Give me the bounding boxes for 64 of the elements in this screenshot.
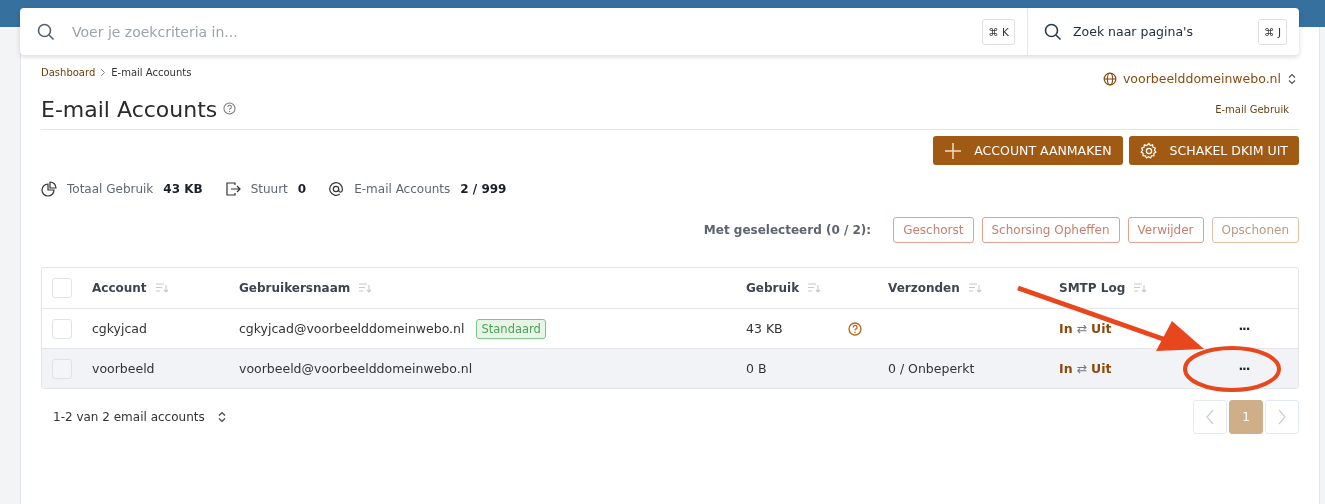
help-icon[interactable] xyxy=(223,101,237,115)
column-header[interactable]: SMTP Log xyxy=(1059,281,1126,295)
column-header[interactable]: Account xyxy=(92,281,147,295)
breadcrumb-item: E-mail Accounts xyxy=(111,67,192,78)
stat-label: Totaal Gebruik xyxy=(67,182,154,196)
more-button[interactable]: ··· xyxy=(1238,361,1250,376)
sort-icon[interactable] xyxy=(807,282,822,294)
sort-caret-icon xyxy=(1287,72,1297,85)
sort-icon[interactable] xyxy=(1133,282,1148,294)
stat-label: Stuurt xyxy=(250,182,288,196)
page-size-selector[interactable]: 1-2 van 2 email accounts xyxy=(41,410,227,424)
globe-icon xyxy=(1102,71,1117,86)
default-badge: Standaard xyxy=(476,318,546,339)
sort-icon[interactable] xyxy=(154,282,169,294)
stat-value: 2 / 999 xyxy=(460,182,507,196)
table-cell: 0 B xyxy=(746,361,767,376)
shortcut-key: ⌘ J xyxy=(1258,18,1287,45)
breadcrumb-link[interactable]: Dashboard xyxy=(41,67,96,78)
table-cell: 0 / Onbeperkt xyxy=(888,361,975,376)
previous-page-button[interactable] xyxy=(1193,400,1227,434)
page-title: E-mail Accounts xyxy=(41,96,218,122)
checkbox[interactable] xyxy=(52,278,72,298)
swap-icon: ⇄ xyxy=(1076,321,1088,336)
stat-value: 43 KB xyxy=(163,182,203,196)
chevron-icon xyxy=(100,68,107,77)
pie-chart-icon xyxy=(41,181,57,197)
chevron-right-icon xyxy=(1277,409,1287,425)
shortcut-key: ⌘ K xyxy=(982,18,1015,45)
sort-icon[interactable] xyxy=(358,282,373,294)
column-header[interactable]: Gebruik xyxy=(746,281,800,295)
table-cell: voorbeeld xyxy=(92,361,155,376)
table-cell: voorbeeld@voorbeelddomeinwebo.nl xyxy=(239,361,473,376)
next-page-button[interactable] xyxy=(1265,400,1299,434)
column-header[interactable]: Verzonden xyxy=(888,281,960,295)
smtp-in-link[interactable]: In xyxy=(1059,321,1073,336)
smtp-out-link[interactable]: Uit xyxy=(1091,361,1112,376)
checkbox[interactable] xyxy=(52,318,72,339)
stat-label: E-mail Accounts xyxy=(354,182,451,196)
chevron-left-icon xyxy=(1205,409,1215,425)
column-header[interactable]: Gebruikersnaam xyxy=(239,281,351,295)
domain-selector[interactable]: voorbeelddomeinwebo.nl xyxy=(1102,71,1297,86)
table-cell: cgkyjcad xyxy=(92,321,147,336)
at-sign-icon xyxy=(328,181,345,197)
page-search-button[interactable]: Zoek naar pagina's xyxy=(1073,24,1248,39)
create-account-button[interactable]: ACCOUNT AANMAKEN xyxy=(933,136,1123,165)
more-button[interactable]: ··· xyxy=(1238,321,1250,336)
plus-icon xyxy=(944,141,963,160)
search-icon xyxy=(37,22,55,41)
stat-value: 0 xyxy=(297,182,307,196)
bulk-label: Met geselecteerd (0 / 2): xyxy=(703,223,872,237)
sort-caret-icon xyxy=(216,411,227,423)
smtp-in-link[interactable]: In xyxy=(1059,361,1073,376)
usage-link[interactable]: E-mail Gebruik xyxy=(1215,103,1289,115)
search-icon xyxy=(1044,22,1062,41)
exit-icon xyxy=(224,181,241,197)
table-cell: cgkyjcad@voorbeelddomeinwebo.nl xyxy=(239,321,465,336)
sort-icon[interactable] xyxy=(967,282,982,294)
smtp-out-link[interactable]: Uit xyxy=(1091,321,1112,336)
dkim-button[interactable]: SCHAKEL DKIM UIT xyxy=(1128,136,1299,165)
table-cell: 43 KB xyxy=(746,321,783,336)
swap-icon: ⇄ xyxy=(1076,361,1088,376)
search-field[interactable]: Voer je zoekcriteria in... xyxy=(70,22,968,41)
help-icon[interactable] xyxy=(848,321,862,336)
settings-icon xyxy=(1139,141,1158,160)
